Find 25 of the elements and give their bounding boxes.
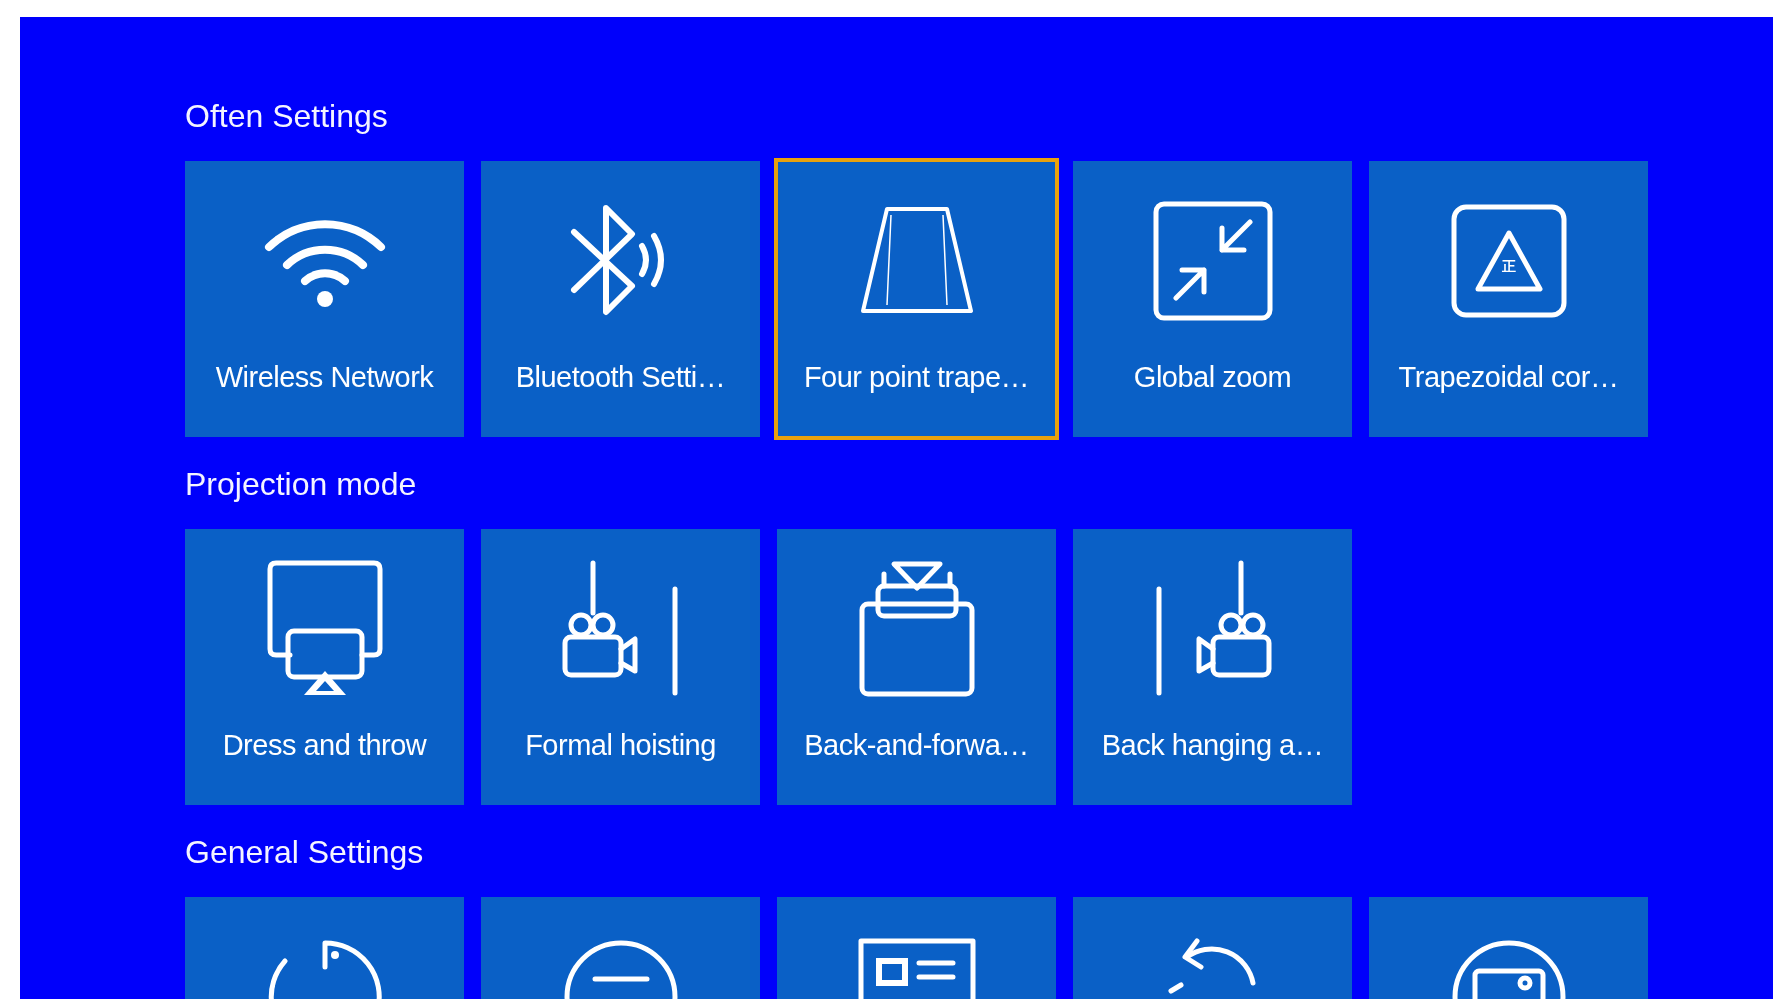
- tile-label: Four point trape…: [803, 361, 1030, 394]
- keystone-icon: [1449, 203, 1568, 319]
- tile-label: Global zoom: [1133, 361, 1292, 394]
- settings-tile[interactable]: Four point trape…: [777, 161, 1056, 437]
- tile-label: Formal hoisting: [525, 729, 716, 762]
- tile-label: Back-and-forwa…: [804, 729, 1029, 762]
- settings-tile[interactable]: Back-and-forwa…: [777, 529, 1056, 805]
- icon-character: 正: [1501, 258, 1516, 276]
- section-heading: Projection mode: [185, 465, 418, 504]
- tray-projection-icon: [857, 560, 976, 698]
- tile-label: Back hanging a…: [1101, 729, 1324, 762]
- section-heading: General Settings: [185, 833, 425, 872]
- settings-tile[interactable]: Wireless Network: [185, 161, 464, 437]
- settings-tile[interactable]: Formal hoisting: [481, 529, 760, 805]
- tile-label: Dress and throw: [222, 729, 427, 762]
- settings-tile[interactable]: Global zoom: [1073, 161, 1352, 437]
- settings-tile[interactable]: Dress and throw: [185, 529, 464, 805]
- shrink-arrows-icon: [1151, 200, 1274, 322]
- settings-tile[interactable]: 正 Trapezoidal cor…: [1369, 161, 1648, 437]
- tile-label: Bluetooth Setti…: [515, 361, 726, 394]
- section-heading: Often Settings: [185, 97, 389, 136]
- tile-label: Wireless Network: [215, 361, 434, 394]
- settings-tile[interactable]: Back hanging a…: [1073, 529, 1352, 805]
- settings-tile[interactable]: Bluetooth Setti…: [481, 161, 760, 437]
- tile-label: Trapezoidal cor…: [1398, 361, 1619, 394]
